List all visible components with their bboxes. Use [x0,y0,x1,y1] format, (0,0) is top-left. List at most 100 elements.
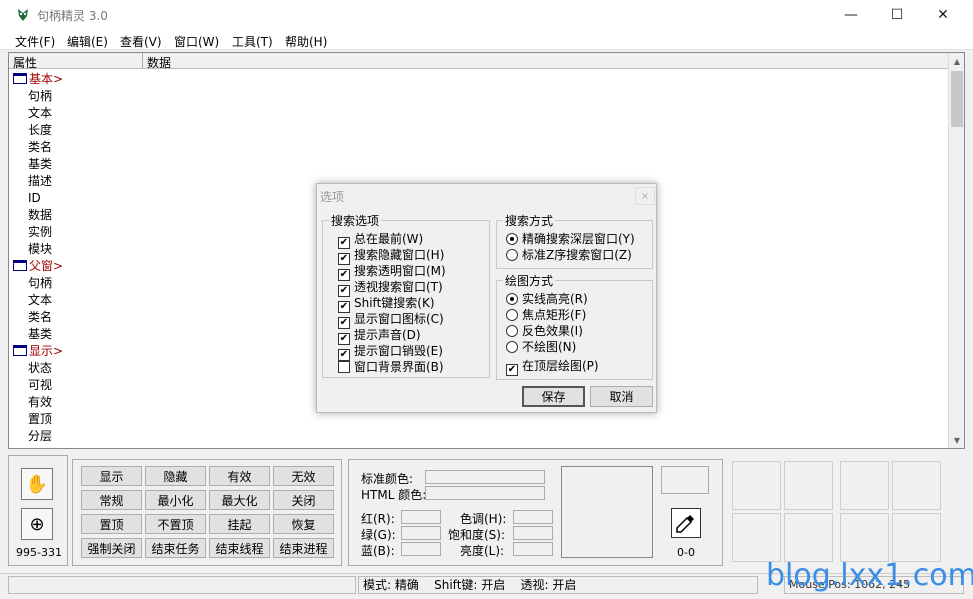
property-row[interactable]: 文本 [28,105,52,122]
property-row[interactable]: 句柄 [28,88,52,105]
option-checkbox[interactable]: ✔ 提示声音(D) [338,327,421,345]
action-button[interactable]: 最小化 [145,490,206,510]
menu-help[interactable]: 帮助(H) [285,33,327,50]
property-row[interactable]: 置顶 [28,411,52,428]
menu-window[interactable]: 窗口(W) [174,33,219,50]
radio-icon[interactable] [506,309,518,321]
scroll-up-icon[interactable]: ▲ [949,53,965,69]
menu-file[interactable]: 文件(F) [15,33,55,50]
radio-icon[interactable] [506,249,518,261]
property-row[interactable]: 基类 [28,156,52,173]
top-layer-label: 在顶层绘图(P) [522,359,599,373]
option-checkbox[interactable]: ✔ Shift键搜索(K) [338,295,435,313]
option-label: 标准Z序搜索窗口(Z) [522,248,632,262]
column-divider[interactable] [142,53,143,69]
option-checkbox[interactable]: ✔ 显示窗口图标(C) [338,311,444,329]
crosshair-finder-icon[interactable]: ⊕ [21,508,53,540]
radio-icon[interactable] [506,341,518,353]
action-button[interactable]: 无效 [273,466,334,486]
window-icon [13,345,27,356]
scroll-down-icon[interactable]: ▼ [949,432,965,448]
action-button[interactable]: 最大化 [209,490,270,510]
action-button[interactable]: 强制关闭 [81,538,142,558]
action-button[interactable]: 不置顶 [145,514,206,534]
option-radio[interactable]: 实线高亮(R) [506,291,588,307]
checkbox-icon[interactable]: ✔ [506,364,518,376]
property-row[interactable]: 描述 [28,173,52,190]
minimize-button[interactable]: — [828,0,874,30]
checkbox-icon[interactable] [338,361,350,373]
top-layer-checkbox[interactable]: ✔ 在顶层绘图(P) [506,358,599,376]
radio-icon[interactable] [506,325,518,337]
action-button[interactable]: 有效 [209,466,270,486]
property-row[interactable]: 文本 [28,292,52,309]
action-button[interactable]: 挂起 [209,514,270,534]
maximize-button[interactable]: ☐ [874,0,920,30]
option-radio[interactable]: 标准Z序搜索窗口(Z) [506,247,632,263]
property-row[interactable]: 可视 [28,377,52,394]
dialog-close-icon[interactable]: × [635,187,655,205]
action-button[interactable]: 显示 [81,466,142,486]
property-row[interactable]: 分层 [28,428,52,445]
window-icon [13,73,27,84]
draw-method-group: 绘图方式 实线高亮(R) 焦点矩形(F) 反色效果(I) 不绘图(N) ✔ 在顶层绘图(… [496,272,653,380]
radio-icon[interactable] [506,233,518,245]
close-button[interactable]: ✕ [920,0,966,30]
property-row[interactable]: 基类 [28,326,52,343]
status-mode: 模式: 精确 [363,578,419,592]
option-checkbox[interactable]: ✔ 提示窗口销毁(E) [338,343,443,361]
property-row[interactable]: 类名 [28,139,52,156]
property-row[interactable]: ID [28,190,41,207]
property-row[interactable]: 实例 [28,224,52,241]
option-checkbox[interactable]: ✔ 搜索隐藏窗口(H) [338,247,444,265]
column-header-property[interactable]: 属性 [13,54,37,71]
action-button[interactable]: 常规 [81,490,142,510]
window-icon [13,260,27,271]
action-button[interactable]: 结束任务 [145,538,206,558]
action-button[interactable]: 置顶 [81,514,142,534]
preview-cell [840,513,889,562]
action-button[interactable]: 隐藏 [145,466,206,486]
property-row[interactable]: 长度 [28,122,52,139]
title-bar: 句柄精灵 3.0 — ☐ ✕ [0,0,973,30]
radio-icon[interactable] [506,293,518,305]
color-panel: 标准颜色: HTML 颜色: 红(R): 绿(G): 蓝(B): 色调(H): … [348,459,723,566]
preview-cell [732,513,781,562]
menu-view[interactable]: 查看(V) [120,33,162,50]
vertical-scrollbar[interactable]: ▲ ▼ [948,53,964,448]
option-checkbox[interactable]: ✔ 总在最前(W) [338,231,423,249]
eyedropper-icon[interactable] [671,508,701,538]
property-row[interactable]: 状态 [28,360,52,377]
preview-cell [732,461,781,510]
property-row[interactable]: 有效 [28,394,52,411]
column-header-data[interactable]: 数据 [147,54,171,71]
green-field [401,526,441,540]
save-button[interactable]: 保存 [522,386,585,407]
action-button[interactable]: 结束进程 [273,538,334,558]
option-radio[interactable]: 精确搜索深层窗口(Y) [506,231,635,247]
property-row[interactable]: 句柄 [28,275,52,292]
property-group[interactable]: 父窗> [9,258,63,275]
action-button[interactable]: 关闭 [273,490,334,510]
option-checkbox[interactable]: ✔ 搜索透明窗口(M) [338,263,446,281]
property-group[interactable]: 基本> [9,71,63,88]
option-checkbox[interactable]: 窗口背景界面(B) [338,359,444,375]
option-radio[interactable]: 焦点矩形(F) [506,307,586,323]
action-button[interactable]: 结束线程 [209,538,270,558]
scroll-thumb[interactable] [951,71,963,127]
property-row[interactable]: 数据 [28,207,52,224]
menu-tools[interactable]: 工具(T) [232,33,273,50]
cancel-button[interactable]: 取消 [590,386,653,407]
option-label: 焦点矩形(F) [522,308,587,322]
option-checkbox[interactable]: ✔ 透视搜索窗口(T) [338,279,443,297]
property-row[interactable]: 模块 [28,241,52,258]
menu-edit[interactable]: 编辑(E) [67,33,108,50]
brightness-label: 亮度(L): [460,544,505,558]
property-row[interactable]: 类名 [28,309,52,326]
action-button[interactable]: 恢复 [273,514,334,534]
option-radio[interactable]: 反色效果(I) [506,323,583,339]
option-radio[interactable]: 不绘图(N) [506,339,576,355]
hand-finder-icon[interactable]: ✋ [21,468,53,500]
property-group[interactable]: 显示> [9,343,63,360]
option-label: 反色效果(I) [522,324,583,338]
